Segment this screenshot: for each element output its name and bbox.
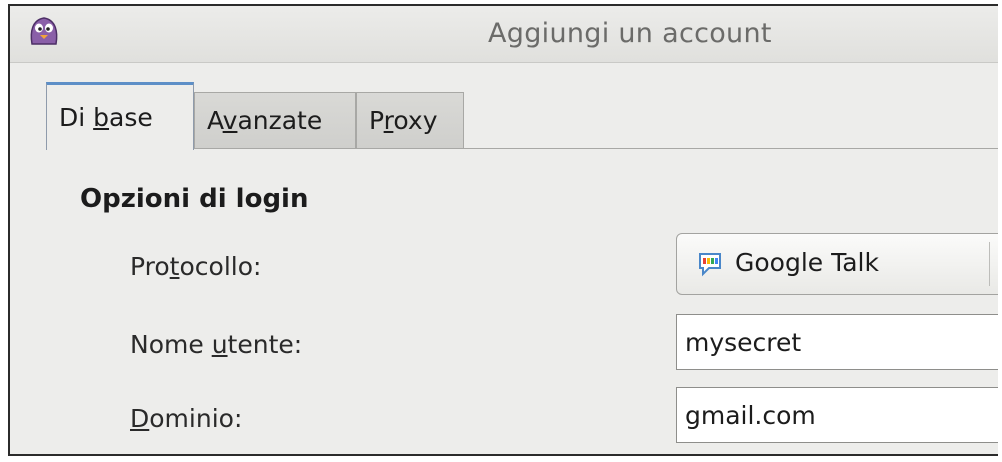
login-options-heading: Opzioni di login (80, 184, 309, 214)
domain-label: Dominio: (130, 404, 242, 433)
protocol-label: Protocollo: (130, 252, 261, 281)
add-account-window: Aggiungi un account Di base Avanzate Pro… (8, 4, 998, 456)
tab-advanced-label-post: anzate (237, 106, 323, 135)
username-input[interactable] (676, 314, 998, 370)
tab-proxy-label-pre: P (369, 106, 384, 135)
protocol-label-post: ocollo: (179, 252, 262, 281)
username-label-mnemonic: u (211, 330, 228, 359)
tab-advanced-label-pre: A (207, 106, 223, 135)
protocol-label-mnemonic: t (169, 252, 180, 281)
domain-input[interactable] (676, 387, 998, 443)
tab-proxy[interactable]: Proxy (356, 92, 464, 148)
domain-label-post: ominio: (149, 404, 243, 433)
protocol-label-pre: Pro (130, 252, 170, 281)
username-label-pre: Nome (130, 330, 212, 359)
tab-basic[interactable]: Di base (46, 82, 194, 150)
tab-basic-mnemonic: b (93, 103, 110, 132)
google-talk-icon (699, 253, 721, 277)
tab-proxy-mnemonic: r (383, 106, 394, 135)
username-label: Nome utente: (130, 330, 302, 359)
tab-proxy-label-post: oxy (393, 106, 438, 135)
pidgin-icon (30, 17, 58, 45)
protocol-value: Google Talk (735, 248, 879, 277)
tab-basic-label-pre: Di (59, 103, 94, 132)
tab-advanced-mnemonic: v (222, 106, 238, 135)
title-bar[interactable]: Aggiungi un account (10, 6, 998, 63)
combobox-separator (989, 242, 990, 286)
protocol-combobox[interactable]: Google Talk (676, 233, 998, 295)
tab-advanced[interactable]: Avanzate (194, 92, 356, 148)
window-title: Aggiungi un account (488, 18, 772, 49)
username-label-post: tente: (227, 330, 303, 359)
tab-basic-label-post: ase (109, 103, 153, 132)
domain-label-mnemonic: D (130, 404, 150, 433)
